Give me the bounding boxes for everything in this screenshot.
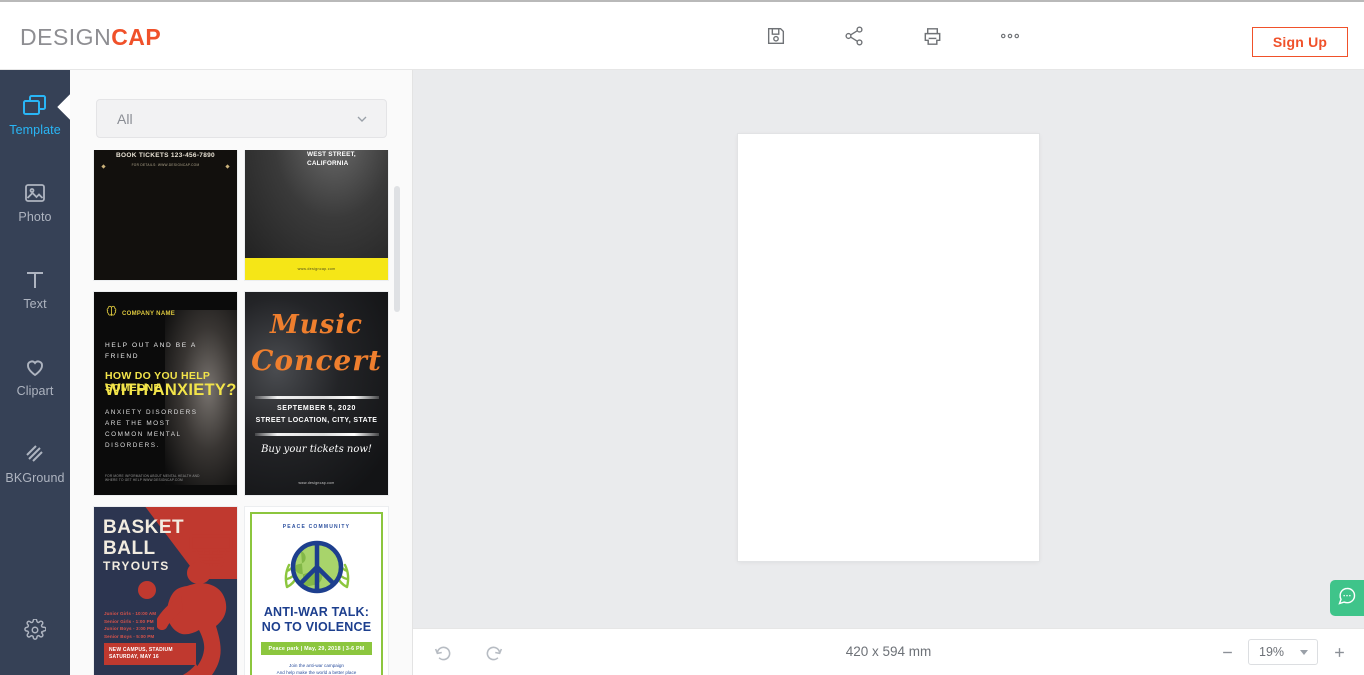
template-title2: Concert xyxy=(251,344,382,377)
template-title1: BASKET xyxy=(103,517,185,538)
chat-widget-button[interactable] xyxy=(1330,580,1364,616)
template-title2: NO TO VIOLENCE xyxy=(261,620,372,634)
app-header: DESIGNCAP Sign Up xyxy=(0,0,1364,70)
sidebar-item-label: Clipart xyxy=(16,384,54,398)
zoom-level-dropdown[interactable]: 19% xyxy=(1248,639,1318,665)
template-title1: ANTI-WAR TALK: xyxy=(263,605,370,619)
template-title1: Music xyxy=(269,310,364,340)
gear-icon[interactable] xyxy=(0,600,70,660)
template-body: ANXIETY DISORDERS ARE THE MOST COMMON ME… xyxy=(105,409,198,449)
photo-icon xyxy=(22,177,48,205)
chat-bubble-icon xyxy=(1337,586,1357,611)
template-details: FOR DETAILS: WWW.DESIGNCAP.COM xyxy=(131,163,200,167)
zoom-level-value: 19% xyxy=(1259,645,1285,659)
schedule-line: Senior Girls - 1:00 PM xyxy=(104,618,154,624)
template-tickets: BOOK TICKETS 123-456-7890 xyxy=(116,152,215,159)
template-headline2: WITH ANXIETY? xyxy=(105,381,237,399)
more-icon[interactable] xyxy=(994,20,1026,52)
template-sub1: Join the anti-war campaign xyxy=(289,663,344,668)
template-info: OPEN DAILY FROM 9AM-10PM ROOM2, 4 WEST S… xyxy=(307,151,356,167)
scrollbar-thumb[interactable] xyxy=(394,186,400,312)
text-icon xyxy=(22,264,48,292)
template-card-anti-war-peace[interactable]: PEACE COMMUNITY ANTI-WAR TALK: NO TO VIO… xyxy=(244,506,389,675)
plus-icon[interactable] xyxy=(1330,643,1348,661)
template-sub2: And help make the world a better place xyxy=(276,670,357,675)
sidebar-item-label: Text xyxy=(23,297,47,311)
template-venue1: NEW CAMPUS, STADIUM xyxy=(109,647,173,653)
sidebar-item-clipart[interactable]: Clipart xyxy=(0,331,70,418)
peace-globe-icon xyxy=(245,535,388,599)
template-card-repertory-theatre[interactable]: REPERTORY THEATRE PRESENTS BOOK TICKETS … xyxy=(93,150,238,281)
template-scrollbar[interactable] xyxy=(394,150,400,675)
sidebar-item-label: Template xyxy=(9,123,61,137)
template-date: SEPTEMBER 5, 2020 xyxy=(276,405,357,412)
template-card-fitness-gym[interactable]: FIT OPEN DAILY FROM 9AM-10PM ROOM2, 4 WE… xyxy=(244,150,389,281)
schedule-line: Senior Boys - 5:00 PM xyxy=(104,633,155,639)
schedule-line: Junior Girls - 10:00 AM xyxy=(104,611,157,616)
sidebar-item-template[interactable]: Template xyxy=(0,70,83,157)
left-rail: Template Photo Text Clipart BKGround xyxy=(0,70,83,675)
schedule-line: Junior Boys - 3:00 PM xyxy=(104,626,155,632)
logo-cap-text: CAP xyxy=(111,24,162,50)
logo-design-text: DESIGN xyxy=(20,24,112,50)
sidebar-item-bkground[interactable]: BKGround xyxy=(0,418,70,505)
caret-down-icon xyxy=(1300,650,1308,655)
sidebar-item-photo[interactable]: Photo xyxy=(0,157,70,244)
template-location: STREET LOCATION, CITY, STATE xyxy=(255,417,378,424)
app-logo[interactable]: DESIGNCAP xyxy=(20,24,161,51)
sidebar-item-label: Photo xyxy=(18,210,52,224)
sign-up-button[interactable]: Sign Up xyxy=(1252,27,1348,57)
bottom-toolbar: 420 x 594 mm 19% xyxy=(413,628,1364,675)
chevron-down-icon xyxy=(354,111,370,132)
brain-icon xyxy=(105,305,118,323)
basketball-icon xyxy=(138,581,156,599)
design-canvas-page[interactable] xyxy=(738,134,1039,561)
template-card-music-concert[interactable]: Music Concert SEPTEMBER 5, 2020 STREET L… xyxy=(244,291,389,496)
template-icon xyxy=(22,90,48,118)
background-icon xyxy=(22,438,48,466)
template-grid: REPERTORY THEATRE PRESENTS BOOK TICKETS … xyxy=(93,150,403,675)
template-kicker: HELP OUT AND BE A FRIEND xyxy=(105,342,197,360)
template-kicker: PEACE COMMUNITY xyxy=(282,524,351,530)
category-filter-dropdown[interactable]: All xyxy=(96,99,387,138)
template-pill: Peace park | May, 29, 2018 | 3-6 PM xyxy=(261,642,372,655)
template-cta: Buy your tickets now! xyxy=(261,444,372,455)
template-url: www.designcap.com xyxy=(298,481,335,485)
template-card-anxiety-awareness[interactable]: COMPANY NAME HELP OUT AND BE A FRIEND HO… xyxy=(93,291,238,496)
header-toolbar xyxy=(760,20,1026,52)
template-venue2: SATURDAY, MAY 16 xyxy=(109,654,159,660)
sidebar-item-text[interactable]: Text xyxy=(0,244,70,331)
template-url: www.designcap.com xyxy=(297,267,336,271)
canvas-stage[interactable] xyxy=(413,70,1364,628)
sidebar-item-label: BKGround xyxy=(5,471,65,485)
template-card-basketball-tryouts[interactable]: BASKET BALL TRYOUTS Junior Girls - 10:00… xyxy=(93,506,238,675)
template-panel: All REPERTORY THEATRE PRESENTS BOOK TICK… xyxy=(70,70,413,675)
print-icon[interactable] xyxy=(916,20,948,52)
zoom-controls: 19% xyxy=(1218,639,1348,665)
clipart-icon xyxy=(22,351,48,379)
minus-icon[interactable] xyxy=(1218,643,1236,661)
template-company: COMPANY NAME xyxy=(122,310,176,317)
category-filter-value: All xyxy=(117,110,133,127)
share-icon[interactable] xyxy=(838,20,870,52)
template-schedule: Junior Girls - 10:00 AM Senior Girls - 1… xyxy=(104,610,156,640)
template-footer: FOR MORE INFORMATION ABOUT MENTAL HEALTH… xyxy=(105,473,200,483)
save-icon[interactable] xyxy=(760,20,792,52)
designcap-editor: DESIGNCAP Sign Up Template Photo Text Cl… xyxy=(0,0,1364,675)
template-title2: BALL xyxy=(103,538,156,559)
